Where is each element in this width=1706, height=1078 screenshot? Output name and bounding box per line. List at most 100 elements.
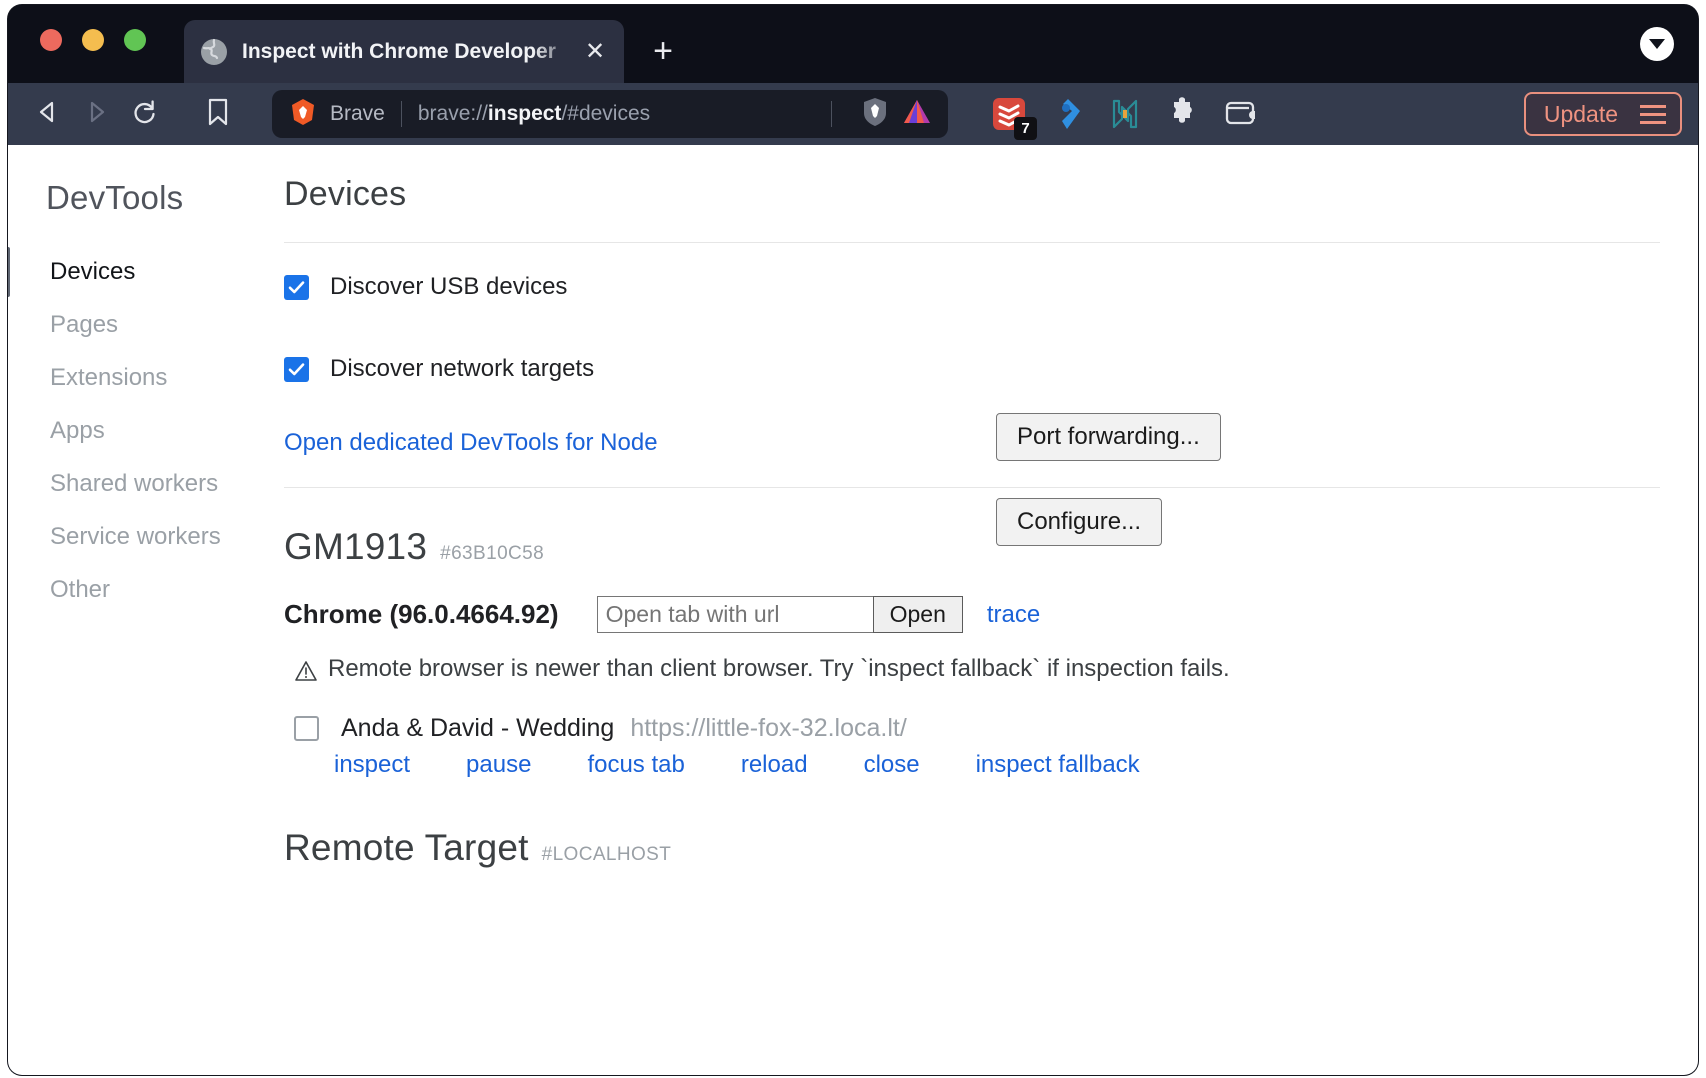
page-title: DevTools: [46, 179, 280, 217]
device-id: #63B10C58: [440, 543, 544, 565]
page-content: DevTools Devices Pages Extensions Apps S…: [8, 145, 1698, 1075]
omnibox-divider-2: [831, 101, 832, 127]
target-title: Anda & David - Wedding: [341, 714, 614, 743]
browser-row: Chrome (96.0.4664.92) Open trace: [284, 596, 1660, 633]
sidebar-item-devices[interactable]: Devices: [8, 245, 280, 298]
browser-name: Chrome (96.0.4664.92): [284, 599, 559, 630]
node-devtools-row: Open dedicated DevTools for Node: [284, 429, 1660, 457]
browser-window: Inspect with Chrome Developer ✕ +: [8, 5, 1698, 1075]
blue-diamond-extension-icon[interactable]: [1050, 97, 1084, 131]
sidebar-item-label: Service workers: [50, 523, 221, 551]
sidebar-item-apps[interactable]: Apps: [8, 404, 280, 457]
discover-usb-label: Discover USB devices: [330, 273, 567, 301]
reload-icon: [130, 98, 158, 131]
url-suffix: /#devices: [561, 102, 650, 125]
brave-lion-icon: [290, 98, 316, 131]
discover-network-row: Discover network targets: [284, 355, 1660, 383]
device-section-divider: [284, 487, 1660, 488]
navigation-toolbar: Brave brave://inspect/#devices: [8, 83, 1698, 145]
reload-button[interactable]: [120, 90, 168, 138]
update-button-label: Update: [1544, 101, 1618, 128]
reload-link[interactable]: reload: [741, 751, 808, 779]
sidebar-nav-list: Devices Pages Extensions Apps Shared wor…: [8, 245, 280, 616]
bookmark-button[interactable]: [194, 90, 242, 138]
site-brand-label: Brave: [330, 102, 385, 126]
device-name: GM1913: [284, 526, 427, 568]
forward-button[interactable]: [72, 90, 120, 138]
omnibox-divider: [401, 101, 402, 127]
sidebar-item-label: Extensions: [50, 364, 167, 392]
brave-rewards-triangle-icon[interactable]: [902, 98, 932, 131]
pause-link[interactable]: pause: [466, 751, 531, 779]
port-forwarding-button[interactable]: Port forwarding...: [996, 413, 1221, 461]
tab-search-button[interactable]: [1640, 27, 1674, 61]
devices-heading: Devices: [284, 175, 1660, 214]
sidebar-item-label: Apps: [50, 417, 105, 445]
inspect-link[interactable]: inspect: [334, 751, 410, 779]
target-actions: inspect pause focus tab reload close ins…: [334, 751, 1660, 779]
url-emphasis: inspect: [488, 102, 562, 125]
extensions-tray: 7: [992, 97, 1258, 131]
remote-target-id: #LOCALHOST: [542, 844, 672, 866]
discover-usb-row: Discover USB devices: [284, 273, 1660, 301]
device-header: GM1913 #63B10C58: [284, 526, 1660, 568]
target-url: https://little-fox-32.loca.lt/: [630, 714, 907, 743]
sidebar-item-shared-workers[interactable]: Shared workers: [8, 457, 280, 510]
back-arrow-icon: [35, 99, 61, 130]
devices-panel: Devices Discover USB devices Port forwar…: [280, 145, 1698, 1075]
url-prefix: brave://: [418, 102, 488, 125]
version-warning-text: Remote browser is newer than client brow…: [328, 655, 1230, 683]
todoist-extension-icon[interactable]: 7: [992, 97, 1026, 131]
open-node-devtools-link[interactable]: Open dedicated DevTools for Node: [284, 429, 658, 456]
hamburger-menu-icon[interactable]: [1640, 105, 1666, 124]
back-button[interactable]: [24, 90, 72, 138]
sidebar-item-other[interactable]: Other: [8, 563, 280, 616]
extension-badge-count: 7: [1014, 117, 1037, 140]
close-tab-button[interactable]: ✕: [580, 37, 610, 67]
address-bar[interactable]: Brave brave://inspect/#devices: [272, 90, 948, 138]
close-link[interactable]: close: [864, 751, 920, 779]
remote-target-name: Remote Target: [284, 827, 529, 869]
sidebar-item-label: Other: [50, 576, 110, 604]
devtools-sidebar: DevTools Devices Pages Extensions Apps S…: [8, 145, 280, 1075]
target-row: Anda & David - Wedding https://little-fo…: [294, 714, 1660, 743]
new-tab-button[interactable]: +: [642, 30, 684, 72]
discover-network-label: Discover network targets: [330, 355, 594, 383]
minimize-window-button[interactable]: [82, 29, 104, 51]
url-text: brave://inspect/#devices: [418, 102, 815, 126]
sidebar-item-label: Devices: [50, 258, 135, 286]
remote-target-header: Remote Target #LOCALHOST: [284, 827, 1660, 869]
warning-triangle-icon: [294, 659, 318, 688]
device-block: GM1913 #63B10C58 Chrome (96.0.4664.92) O…: [284, 526, 1660, 779]
tab-title: Inspect with Chrome Developer: [242, 40, 580, 64]
sidebar-item-service-workers[interactable]: Service workers: [8, 510, 280, 563]
open-tab-url-input[interactable]: [597, 596, 873, 633]
target-select-checkbox[interactable]: [294, 716, 319, 741]
focus-tab-link[interactable]: focus tab: [587, 751, 684, 779]
section-divider: [284, 242, 1660, 243]
sidebar-item-pages[interactable]: Pages: [8, 298, 280, 351]
wallet-icon[interactable]: [1224, 97, 1258, 131]
update-button[interactable]: Update: [1524, 92, 1682, 136]
trace-link[interactable]: trace: [987, 601, 1040, 629]
version-warning-row: Remote browser is newer than client brow…: [294, 655, 1660, 688]
discover-usb-checkbox[interactable]: [284, 275, 309, 300]
discover-network-checkbox[interactable]: [284, 357, 309, 382]
open-tab-button[interactable]: Open: [873, 596, 963, 633]
close-window-button[interactable]: [40, 29, 62, 51]
chevron-down-icon: [1649, 39, 1665, 49]
configure-button[interactable]: Configure...: [996, 498, 1162, 546]
browser-tab[interactable]: Inspect with Chrome Developer ✕: [184, 20, 624, 83]
sidebar-item-label: Shared workers: [50, 470, 218, 498]
teal-bracket-extension-icon[interactable]: [1108, 97, 1142, 131]
bookmark-icon: [205, 97, 231, 132]
brave-shields-icon[interactable]: [862, 97, 888, 132]
zoom-window-button[interactable]: [124, 29, 146, 51]
puzzle-extensions-icon[interactable]: [1166, 97, 1200, 131]
sidebar-item-label: Pages: [50, 311, 118, 339]
inspect-fallback-link[interactable]: inspect fallback: [976, 751, 1140, 779]
omnibox-actions: [815, 97, 936, 132]
tab-strip: Inspect with Chrome Developer ✕ +: [8, 5, 1698, 83]
sidebar-item-extensions[interactable]: Extensions: [8, 351, 280, 404]
window-traffic-lights: [40, 29, 146, 51]
